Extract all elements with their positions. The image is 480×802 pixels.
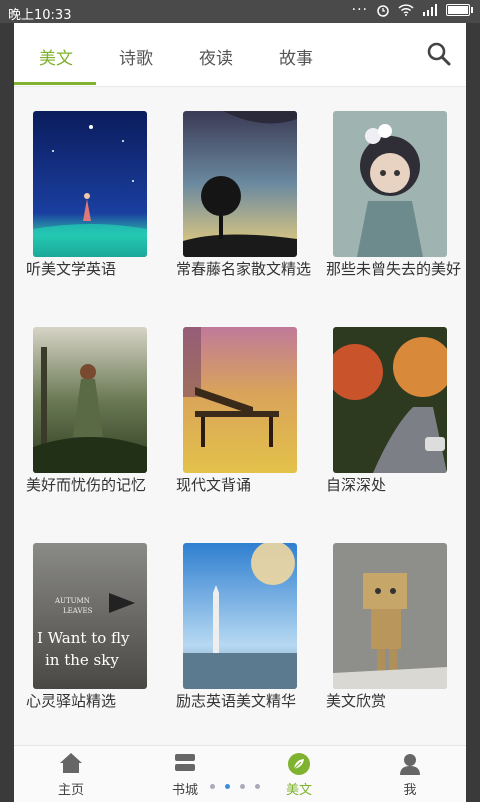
home-icon [60,753,82,773]
cover-text-line2: in the sky [45,651,119,669]
cover-text-line1: I Want to fly [37,629,130,647]
book-title: 美好而忧伤的记忆 [26,476,147,494]
active-tab-indicator [14,82,96,85]
category-tabs: 美文 诗歌 夜读 故事 [14,23,466,87]
page-dot [255,784,260,789]
book-cover[interactable] [183,111,297,257]
book-title: 励志英语美文精华 [176,692,297,710]
book-title: 自深深处 [326,476,387,494]
book-title: 心灵驿站精选 [26,692,117,710]
page-indicator [210,784,260,789]
alarm-icon [377,5,389,17]
book-cover[interactable] [333,543,447,689]
status-time: 晚上10:33 [8,8,72,23]
book-title: 现代文背诵 [176,476,252,494]
nav-meiwen[interactable]: 美文 [264,752,334,798]
tab-poetry[interactable]: 诗歌 [119,44,153,69]
nav-bookstore[interactable]: 书城 [150,752,220,798]
book-cover[interactable] [333,111,447,257]
nav-me-label: 我 [403,783,417,798]
bottom-navigation: 主页 书城 美文 我 [14,745,466,802]
book-title: 那些未曾失去的美好 [326,260,462,278]
tab-stories[interactable]: 故事 [279,44,313,69]
book-cover[interactable] [333,327,447,473]
bookstore-icon [175,754,195,771]
cover-text-autumn: AUTUMN [54,597,90,605]
book-cover[interactable]: AUTUMN LEAVES I Want to fly in the sky [33,543,147,689]
signal-icon [423,4,437,16]
book-cover[interactable] [33,111,147,257]
page-dot [210,784,215,789]
page-dot [240,784,245,789]
book-title: 常春藤名家散文精选 [176,260,312,278]
nav-home-label: 主页 [57,783,84,798]
leaf-icon [288,753,310,775]
tab-night-reading[interactable]: 夜读 [199,44,233,69]
app-screen: 美文 诗歌 夜读 故事 听美文学英语 常春藤名家散文精选 那些未曾失去的美好 美… [14,23,466,802]
book-title: 美文欣赏 [326,692,387,710]
nav-home[interactable]: 主页 [36,752,106,798]
tab-meiwen[interactable]: 美文 [39,44,73,69]
cover-text-leaves: LEAVES [63,607,93,615]
book-title: 听美文学英语 [26,260,117,278]
wifi-icon [398,4,414,16]
battery-icon [446,4,473,16]
book-cover[interactable] [183,327,297,473]
search-icon[interactable] [426,41,452,67]
more-icon: ··· [351,2,368,18]
nav-me[interactable]: 我 [375,752,445,798]
status-bar: 晚上10:33 ··· [0,0,480,23]
book-cover[interactable] [183,543,297,689]
page-dot-active [225,784,230,789]
person-icon [400,754,420,775]
nav-meiwen-label: 美文 [285,783,312,798]
book-cover[interactable] [33,327,147,473]
